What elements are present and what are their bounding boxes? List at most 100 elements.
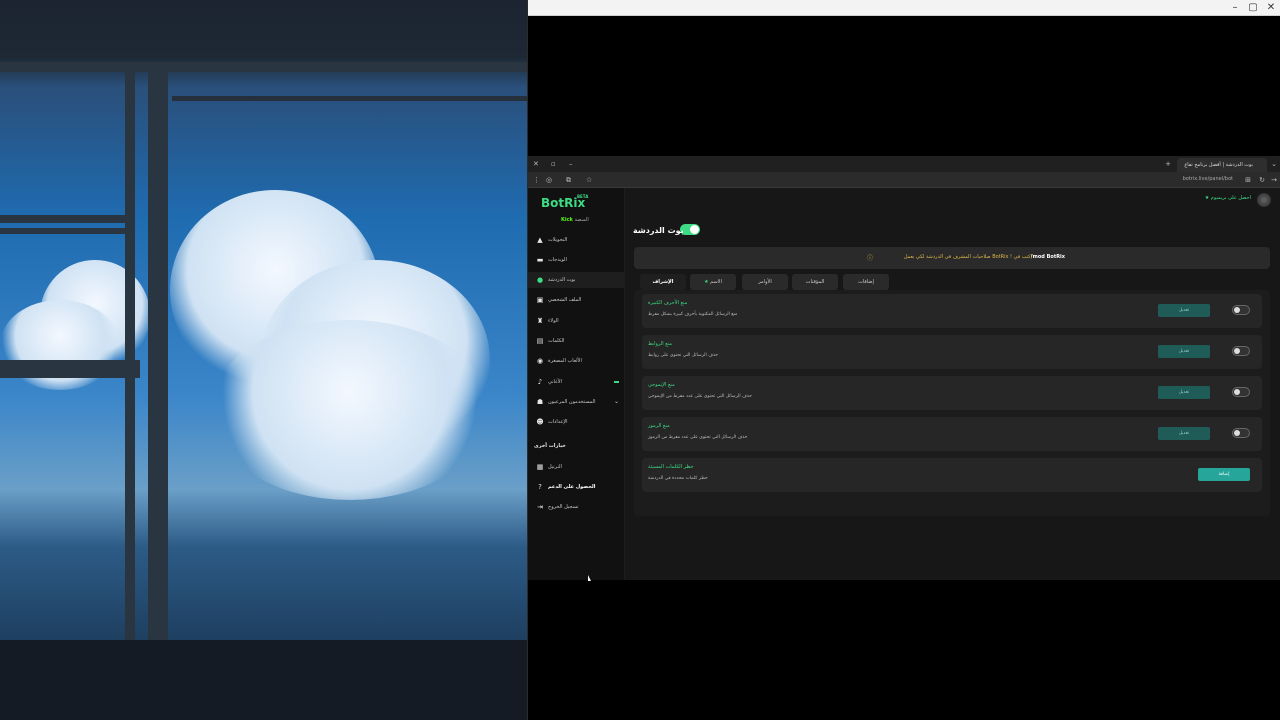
links-filter-toggle[interactable] [1232,346,1250,356]
warning-icon: ▲ [537,236,543,244]
minimize-window-icon[interactable]: – [569,158,573,170]
edit-button[interactable]: تعديل [1158,427,1210,440]
maximize-icon[interactable]: ▢ [1247,2,1259,14]
sidebar-item-label: الملف الشخصي [548,297,582,303]
app-window: – ▢ ✕ ✕ ▫ – + بوت الدردشة | أفضل برنامج … [527,0,1280,720]
sidebar-item-loyalty[interactable]: ♜ الولاء [528,313,625,329]
sidebar-item-settings[interactable]: ☻ الإعدادات [528,414,625,430]
sidebar-item-widgets[interactable]: ▬ الويدجات [528,252,625,268]
users-icon: ☗ [536,398,544,406]
star-icon: ★ [704,279,709,285]
logout-icon: ⇥ [537,503,543,511]
sidebar-item-users[interactable]: ☗ المستخدمون المرعيون ⌄ [528,394,625,410]
forward-icon[interactable]: → [1271,174,1277,186]
moderation-panel: منع الأحرف الكبيرة منع الرسائل المكتوبة … [634,290,1270,516]
extensions-icon[interactable]: ◎ [546,174,552,186]
sidebar-item-support[interactable]: ? الحصول على الدعم [528,479,625,495]
symbols-filter-toggle[interactable] [1232,428,1250,438]
sidebar-item-chat-bot[interactable]: ● بوت الدردشة [528,272,625,288]
star-icon: ★ [1204,195,1210,201]
tab-commands[interactable]: الأوامر [742,274,788,290]
status-indicator [614,381,619,383]
window-titlebar: – ▢ ✕ [528,0,1280,16]
browser-window: ✕ ▫ – + بوت الدردشة | أفضل برنامج تفاع ⌄… [528,156,1280,580]
info-icon: ⓘ [866,255,873,262]
sidebar-item-label: تسجيل الخروج [548,504,579,510]
sidebar-item-label: الترتيل [548,464,562,470]
tab-addons[interactable]: إضافات [843,274,889,290]
url-field[interactable]: botrix.live/panel/bot [1183,176,1233,182]
mouse-cursor [588,575,591,581]
desktop-wallpaper [0,0,527,720]
ranking-icon: ▦ [536,463,544,471]
chat-bot-icon: ● [536,276,544,284]
close-window-icon[interactable]: ✕ [533,158,539,170]
sidebar-item-label: الحصول على الدعم [548,484,596,490]
platform-value: Kick [561,217,573,223]
edit-button[interactable]: تعديل [1158,345,1210,358]
card-description: حظر كلمات محددة في الدردشة [648,476,708,481]
tab-name[interactable]: ★ الاسم [690,274,736,290]
card-emoji-filter: منع الإيموجي حذف الرسائل التي تحتوي على … [642,376,1262,410]
tab-moderation[interactable]: الإشراف [640,274,686,290]
chevron-down-icon[interactable]: ⌄ [614,394,619,410]
document-icon: ▤ [536,337,544,345]
platform-label: المنصة [574,217,589,223]
sidebar-item-transfers[interactable]: ▲ التحويلات [528,232,625,248]
sidebar-item-minigames[interactable]: ◉ الألعاب المصغرة [528,353,625,369]
card-title: منع الروابط [648,341,673,347]
close-icon[interactable]: ✕ [1265,2,1277,14]
premium-link[interactable]: ★ احصل على بريميوم [1205,195,1251,201]
widget-icon: ▬ [536,256,544,264]
menu-icon[interactable]: ⋮ [533,174,540,186]
minimize-icon[interactable]: – [1229,2,1241,14]
card-description: حذف الرسائل التي تحتوي على روابط [648,353,719,358]
notice-text: صلاحيات المشرف في الدردشة لكي يعمل BotRi… [903,254,1032,260]
premium-label: احصل على بريميوم [1210,195,1251,201]
card-banned-words: حظر الكلمات المسيئة حظر كلمات محددة في ا… [642,458,1262,492]
sidebar-item-songs[interactable]: ♪ الأغاني [528,374,625,390]
mod-notice: /mod BotRix صلاحيات المشرف في الدردشة لك… [634,247,1270,269]
card-title: منع الإيموجي [648,382,675,388]
music-icon: ♪ [537,378,543,386]
cast-icon[interactable]: ⊞ [1245,174,1251,186]
browser-tab[interactable]: بوت الدردشة | أفضل برنامج تفاع [1177,158,1267,172]
sidebar-item-label: التحويلات [548,237,568,243]
edit-button[interactable]: تعديل [1158,304,1210,317]
beta-badge: BETA [577,194,589,199]
sidebar-item-label: الأغاني [548,379,562,385]
new-tab-icon[interactable]: + [1165,158,1171,170]
tab-menu-icon[interactable]: ⌄ [1271,158,1277,170]
reload-icon[interactable]: ↻ [1259,174,1265,186]
sidebar-item-label: الولاء [548,318,559,324]
address-bar: ⋮ ◎ ⧉ ☆ botrix.live/panel/bot ⊞ ↻ → [528,172,1280,188]
card-title: منع الرموز [648,423,670,429]
profile-card-icon: ▣ [536,296,544,304]
share-icon[interactable]: ⧉ [566,174,571,186]
restore-icon[interactable]: ▫ [551,158,556,170]
tab-timers[interactable]: المؤقتات [792,274,838,290]
web-page: BotRix BETA Kick المنصة ▲ التحويلات ▬ ال… [528,188,1280,580]
avatar[interactable] [1257,193,1271,207]
add-button[interactable]: إضافة [1198,468,1250,481]
bookmark-icon[interactable]: ☆ [586,174,592,186]
caps-filter-toggle[interactable] [1232,305,1250,315]
tab-label: الاسم [710,279,722,285]
edit-button[interactable]: تعديل [1158,386,1210,399]
sidebar-item-label: بوت الدردشة [548,277,576,283]
card-caps-filter: منع الأحرف الكبيرة منع الرسائل المكتوبة … [642,294,1262,328]
sidebar-item-ranking[interactable]: ▦ الترتيل [528,459,625,475]
sidebar-item-label: الكلمات [548,338,565,344]
main-content: ★ احصل على بريميوم بوت الدردشة /mod BotR… [625,188,1280,580]
emoji-filter-toggle[interactable] [1232,387,1250,397]
user-group-icon: ☻ [536,418,544,426]
section-title: خيارات أخرى [534,443,566,449]
card-description: حذف الرسائل التي تحتوي على عدد مفرط من ا… [648,435,748,440]
sidebar-item-words[interactable]: ▤ الكلمات [528,333,625,349]
sidebar-item-profile[interactable]: ▣ الملف الشخصي [528,292,625,308]
sidebar-item-label: الإعدادات [548,419,568,425]
sidebar-item-logout[interactable]: ⇥ تسجيل الخروج [528,499,625,515]
card-title: منع الأحرف الكبيرة [648,300,688,306]
trophy-icon: ♜ [536,317,544,325]
card-description: منع الرسائل المكتوبة بأحرف كبيرة بشكل مف… [648,312,738,317]
